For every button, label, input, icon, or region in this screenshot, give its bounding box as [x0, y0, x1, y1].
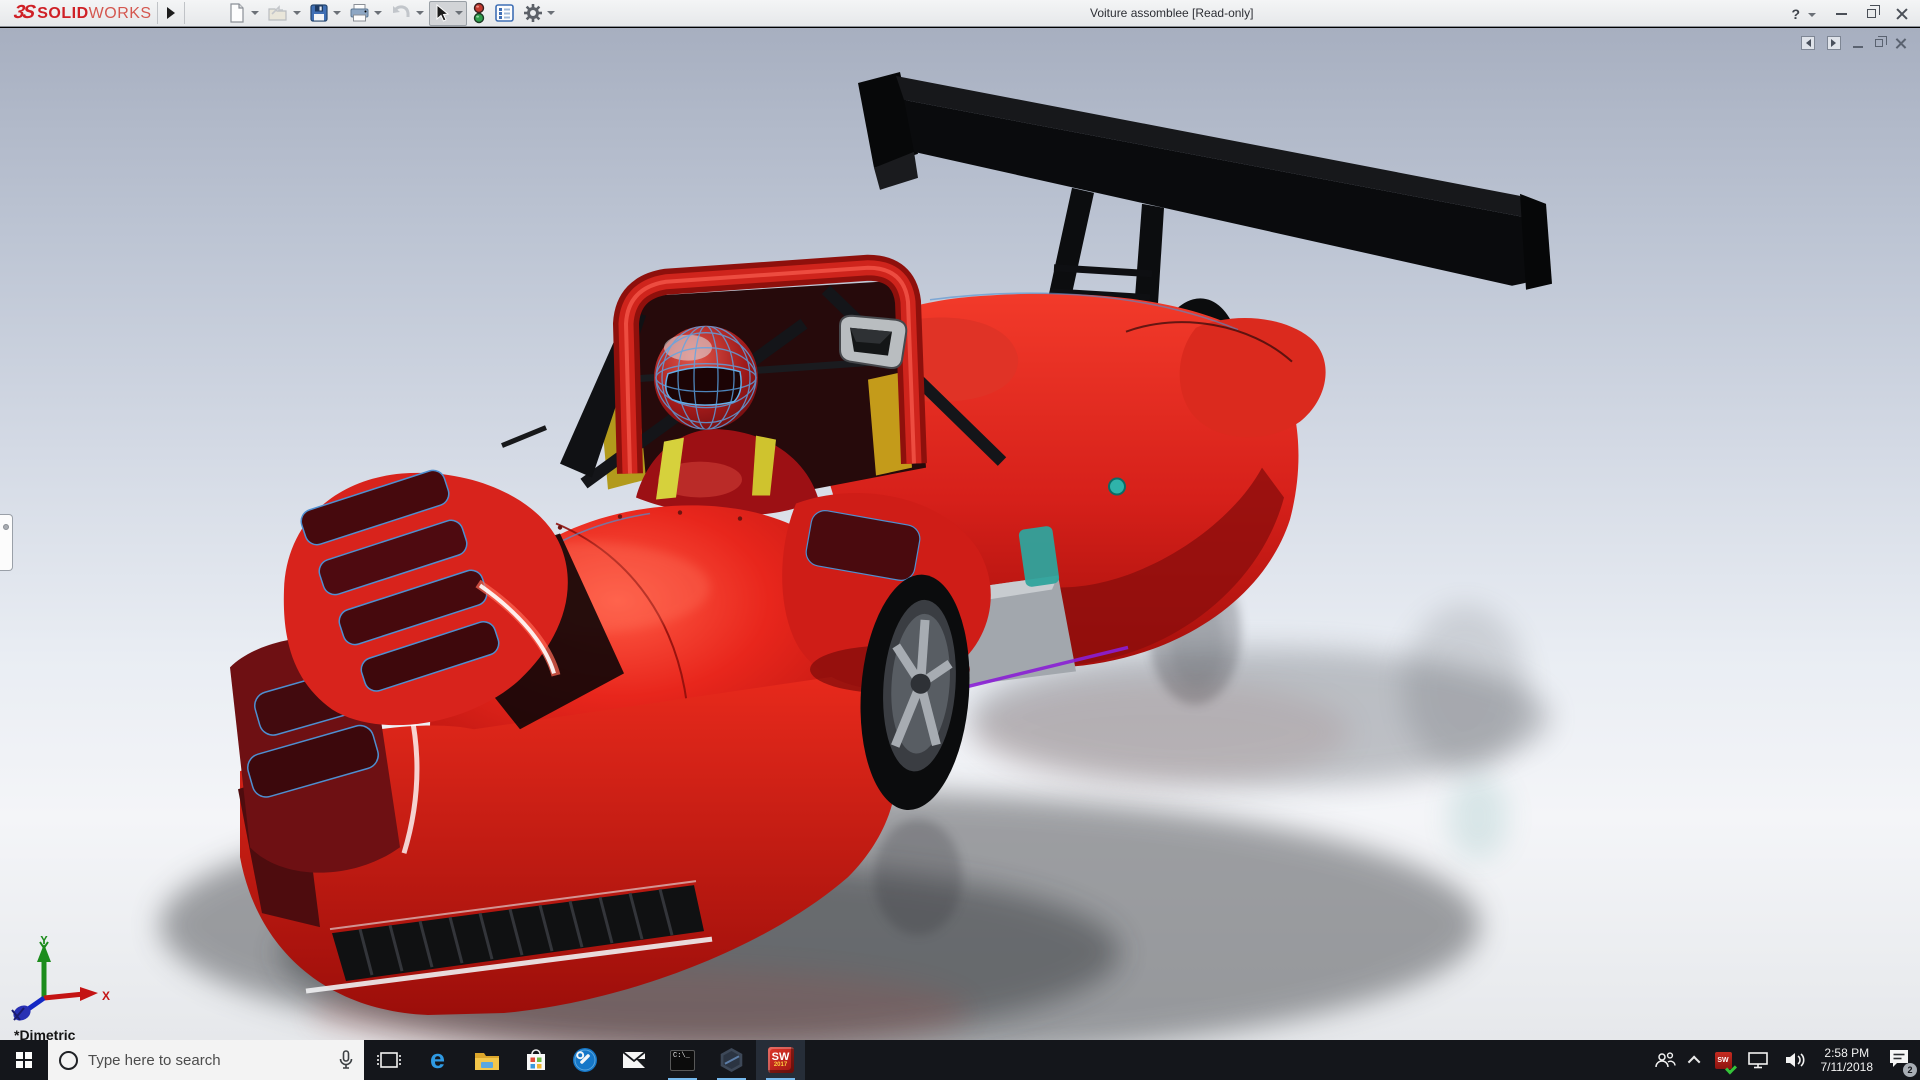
microphone-icon[interactable] [339, 1050, 353, 1070]
taskbar-app-file-explorer[interactable] [462, 1040, 511, 1080]
taskbar-app-store[interactable] [511, 1040, 560, 1080]
chevron-down-icon[interactable] [292, 11, 301, 19]
window-title: Voiture assomblee [Read-only] [1090, 6, 1254, 20]
store-icon [526, 1049, 545, 1070]
print-button[interactable] [346, 1, 385, 25]
gear-icon [523, 4, 542, 22]
mail-icon [621, 1051, 646, 1068]
action-center-button[interactable]: 2 [1888, 1048, 1917, 1077]
save-button[interactable] [306, 1, 344, 25]
taskbar-app-edge[interactable]: e [413, 1040, 462, 1080]
select-tool-button[interactable] [428, 0, 467, 26]
taskbar-app-command-prompt[interactable]: C:\_ [658, 1040, 707, 1080]
taskbar-app-solidworks[interactable]: SW 2017 [756, 1040, 805, 1080]
start-button[interactable] [0, 1040, 48, 1080]
display-settings-button[interactable] [491, 1, 518, 25]
separator [156, 2, 158, 24]
chevron-down-icon[interactable] [415, 11, 424, 19]
arrow-right-icon [1831, 39, 1840, 47]
select-cursor-icon [436, 3, 449, 22]
restore-button[interactable] [1867, 5, 1880, 18]
windows-logo-icon [16, 1052, 32, 1068]
document-minimize-button[interactable] [1853, 46, 1863, 48]
new-document-icon [229, 3, 244, 23]
next-window-button[interactable] [1827, 36, 1841, 50]
help-button[interactable]: ? [1791, 6, 1800, 22]
solidworks-app-icon: SW 2017 [767, 1047, 794, 1073]
chevron-down-icon[interactable] [454, 11, 463, 19]
clock-time: 2:58 PM [1824, 1046, 1870, 1060]
search-input[interactable] [88, 1051, 329, 1069]
undo-arrow-icon [392, 5, 410, 17]
panel-dot-icon [3, 524, 9, 530]
ds-logo-icon: 3S [12, 2, 36, 23]
view-orientation-label: *Dimetric [14, 1027, 76, 1040]
chevron-down-icon[interactable] [1808, 12, 1816, 21]
triad-y-label: Y [40, 936, 48, 947]
taskbar-search[interactable] [48, 1040, 364, 1080]
graphics-viewport[interactable]: Y X *Dimetric [0, 28, 1920, 1040]
arrow-left-icon [1802, 39, 1811, 47]
solidworks-window: 3S SOLIDWORKS Voiture assomblee [Read-on… [0, 0, 1920, 1080]
document-restore-button[interactable] [1875, 36, 1887, 47]
car-model[interactable] [0, 28, 1920, 1040]
window-controls: ? [1791, 0, 1908, 27]
document-window-controls [1801, 36, 1906, 50]
system-tray: SW 2:58 PM 7/11/2018 2 [1654, 1040, 1920, 1080]
cortana-icon [59, 1050, 78, 1070]
quick-toolbar [224, 0, 558, 26]
options-button[interactable] [520, 1, 558, 25]
taskbar-clock[interactable]: 2:58 PM 7/11/2018 [1821, 1046, 1874, 1074]
taskbar-app-settings[interactable] [560, 1040, 609, 1080]
windows-taskbar: e C:\_ SW 2017 SW [0, 1040, 1920, 1080]
brand-solid: SOLID [37, 5, 89, 22]
display-list-icon [494, 4, 514, 22]
print-icon [350, 4, 369, 22]
task-view-button[interactable] [364, 1040, 413, 1080]
chevron-down-icon[interactable] [332, 11, 341, 19]
taskbar-app-hexagon[interactable] [707, 1040, 756, 1080]
chevron-down-icon[interactable] [373, 11, 382, 19]
close-button[interactable] [1896, 8, 1908, 20]
selection-filter-button[interactable] [469, 0, 489, 26]
minimize-button[interactable] [1836, 12, 1847, 15]
solidworks-tray-icon[interactable]: SW [1714, 1051, 1737, 1075]
titlebar: 3S SOLIDWORKS Voiture assomblee [Read-on… [0, 0, 1920, 27]
chevron-down-icon[interactable] [250, 11, 259, 19]
chevron-down-icon[interactable] [546, 11, 555, 19]
play-arrow-icon [166, 7, 175, 19]
open-button[interactable] [264, 1, 304, 25]
triad-x-label: X [102, 989, 110, 1003]
brand-works: WORKS [88, 5, 152, 22]
edge-icon: e [429, 1043, 446, 1074]
new-document-button[interactable] [224, 1, 262, 25]
wrench-circle-icon [572, 1048, 597, 1072]
intake-scoop [839, 314, 908, 369]
task-view-icon [376, 1052, 401, 1068]
document-close-button[interactable] [1895, 38, 1906, 49]
menu-flyout-button[interactable] [163, 2, 179, 24]
taskbar-app-mail[interactable] [609, 1040, 658, 1080]
command-prompt-icon: C:\_ [670, 1049, 695, 1071]
previous-window-button[interactable] [1801, 36, 1815, 50]
reference-triad: Y X [11, 936, 110, 1021]
separator [183, 2, 185, 24]
solidworks-logo: 3S SOLIDWORKS [12, 2, 152, 24]
file-explorer-icon [474, 1052, 499, 1070]
notification-badge: 2 [1903, 1062, 1917, 1077]
save-floppy-icon [309, 4, 328, 22]
open-folder-icon [267, 5, 287, 21]
network-icon[interactable] [1747, 1051, 1769, 1069]
feature-panel-tab[interactable] [0, 514, 13, 571]
undo-button[interactable] [387, 1, 427, 25]
volume-icon[interactable] [1784, 1051, 1806, 1069]
hexagon-app-icon [720, 1048, 743, 1072]
hidden-icons-chevron[interactable] [1687, 1055, 1700, 1068]
traffic-light-icon [473, 2, 484, 24]
left-front-fender[interactable] [283, 467, 624, 730]
people-icon[interactable] [1654, 1052, 1676, 1068]
check-icon [1724, 1061, 1737, 1075]
clock-date: 7/11/2018 [1820, 1060, 1874, 1074]
